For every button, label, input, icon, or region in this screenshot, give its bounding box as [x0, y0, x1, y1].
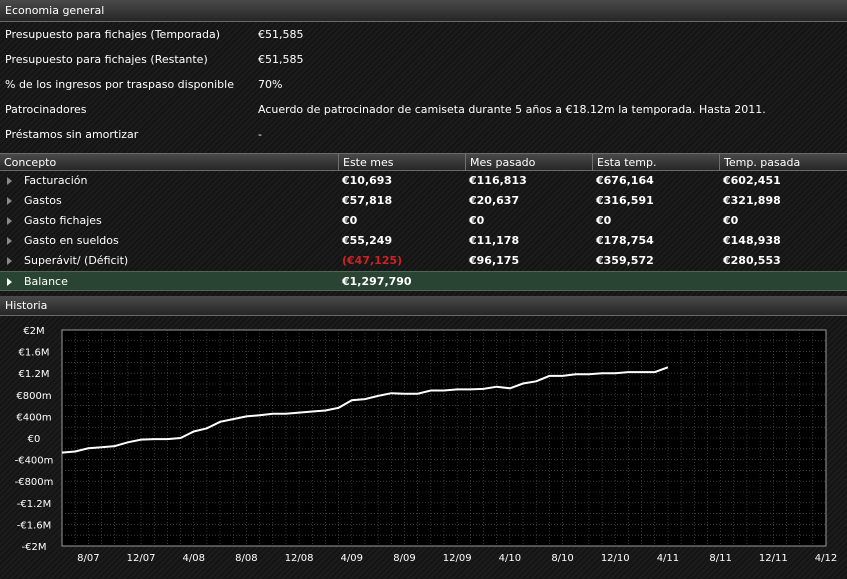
expand-arrow-icon[interactable]: [7, 237, 12, 245]
cell-this-month: (€47,125): [342, 254, 403, 267]
expand-arrow-icon[interactable]: [7, 278, 12, 286]
cell-last-month: €116,813: [469, 174, 527, 187]
info-label: Patrocinadores: [5, 103, 87, 116]
y-tick-label: -€1.6M: [17, 520, 52, 531]
x-tick-label: 4/11: [657, 553, 679, 564]
table-row-transfer-spending[interactable]: Gasto fichajes €0 €0 €0 €0: [0, 211, 847, 231]
cell-last-season: €321,898: [723, 194, 781, 207]
expand-arrow-icon[interactable]: [7, 177, 12, 185]
x-tick-label: 8/10: [551, 553, 573, 564]
history-chart: €2M €1.6M €1.2M €800m €400m €0 -€400m -€800m -€1…: [0, 316, 847, 579]
x-tick-label: 12/10: [601, 553, 630, 564]
cell-last-season: €0: [723, 214, 739, 227]
cell-this-month: €1,297,790: [342, 275, 412, 288]
cell-this-season: €316,591: [596, 194, 654, 207]
info-row-transfer-percent: % de los ingresos por traspaso disponibl…: [0, 72, 847, 97]
cell-this-season: €676,164: [596, 174, 654, 187]
column-header-concept[interactable]: Concepto: [0, 154, 338, 171]
cell-this-month: €10,693: [342, 174, 393, 187]
section-header-general: Economia general: [0, 0, 847, 22]
info-value: Acuerdo de patrocinador de camiseta dura…: [258, 103, 766, 116]
cell-this-season: €0: [596, 214, 612, 227]
x-tick-label: 4/09: [341, 553, 363, 564]
y-tick-label: €800m: [16, 391, 51, 402]
cell-last-month: €0: [469, 214, 485, 227]
info-value: 70%: [258, 78, 283, 91]
x-tick-label: 12/08: [285, 553, 314, 564]
info-label: Presupuesto para fichajes (Restante): [5, 53, 208, 66]
row-label: Gasto en sueldos: [24, 234, 119, 247]
cell-last-season: €280,553: [723, 254, 781, 267]
y-tick-label: -€800m: [15, 477, 54, 488]
x-tick-label: 8/07: [77, 553, 99, 564]
y-tick-label: €2M: [23, 326, 44, 337]
cell-last-month: €11,178: [469, 234, 520, 247]
info-row-loans: Préstamos sin amortizar -: [0, 122, 847, 147]
table-row-expenses[interactable]: Gastos €57,818 €20,637 €316,591 €321,898: [0, 191, 847, 211]
y-tick-label: €1.2M: [19, 369, 50, 380]
cell-this-season: €359,572: [596, 254, 654, 267]
y-tick-label: €0: [28, 434, 41, 445]
cell-last-season: €602,451: [723, 174, 781, 187]
info-row-budget-season: Presupuesto para fichajes (Temporada) €5…: [0, 22, 847, 47]
column-header-this-month[interactable]: Este mes: [338, 154, 465, 171]
y-tick-label: -€2M: [22, 542, 47, 553]
info-label: % de los ingresos por traspaso disponibl…: [5, 78, 234, 91]
cell-this-month: €57,818: [342, 194, 393, 207]
table-row-balance[interactable]: Balance €1,297,790: [0, 271, 847, 291]
info-label: Presupuesto para fichajes (Temporada): [5, 28, 221, 41]
x-tick-label: 4/10: [499, 553, 521, 564]
info-value: €51,585: [258, 28, 304, 41]
y-tick-label: €400m: [16, 412, 51, 423]
column-header-this-season[interactable]: Esta temp.: [592, 154, 719, 171]
history-chart-svg: €2M €1.6M €1.2M €800m €400m €0 -€400m -€800m -€1…: [15, 326, 838, 564]
row-label: Gastos: [24, 194, 62, 207]
table-row-revenue[interactable]: Facturación €10,693 €116,813 €676,164 €6…: [0, 171, 847, 191]
cell-this-month: €55,249: [342, 234, 393, 247]
cell-last-season: €148,938: [723, 234, 781, 247]
table-row-wages[interactable]: Gasto en sueldos €55,249 €11,178 €178,75…: [0, 231, 847, 251]
x-tick-label: 12/07: [127, 553, 156, 564]
x-tick-label: 12/11: [759, 553, 788, 564]
x-tick-label: 8/11: [709, 553, 731, 564]
row-label: Balance: [24, 275, 68, 288]
info-row-sponsors: Patrocinadores Acuerdo de patrocinador d…: [0, 97, 847, 122]
x-tick-label: 4/12: [815, 553, 837, 564]
cell-this-season: €178,754: [596, 234, 654, 247]
cell-this-month: €0: [342, 214, 358, 227]
cell-last-month: €20,637: [469, 194, 520, 207]
table-row-surplus[interactable]: Superávit/ (Déficit) (€47,125) €96,175 €…: [0, 251, 847, 271]
row-label: Superávit/ (Déficit): [24, 254, 129, 267]
info-row-budget-remaining: Presupuesto para fichajes (Restante) €51…: [0, 47, 847, 72]
column-header-last-month[interactable]: Mes pasado: [465, 154, 592, 171]
x-tick-label: 8/09: [393, 553, 415, 564]
x-tick-label: 4/08: [182, 553, 204, 564]
info-value: -: [258, 128, 262, 141]
row-label: Gasto fichajes: [24, 214, 102, 227]
expand-arrow-icon[interactable]: [7, 197, 12, 205]
y-tick-label: -€400m: [15, 456, 54, 467]
x-tick-label: 12/09: [443, 553, 472, 564]
x-tick-label: 8/08: [235, 553, 257, 564]
y-tick-label: €1.6M: [19, 348, 50, 359]
expand-arrow-icon[interactable]: [7, 257, 12, 265]
cell-last-month: €96,175: [469, 254, 520, 267]
info-label: Préstamos sin amortizar: [5, 128, 139, 141]
info-value: €51,585: [258, 53, 304, 66]
y-tick-label: -€1.2M: [17, 499, 52, 510]
column-header-last-season[interactable]: Temp. pasada: [719, 154, 847, 171]
expand-arrow-icon[interactable]: [7, 217, 12, 225]
row-label: Facturación: [24, 174, 88, 187]
section-header-history: Historia: [0, 296, 847, 316]
finance-table-header: Concepto Este mes Mes pasado Esta temp. …: [0, 153, 847, 171]
